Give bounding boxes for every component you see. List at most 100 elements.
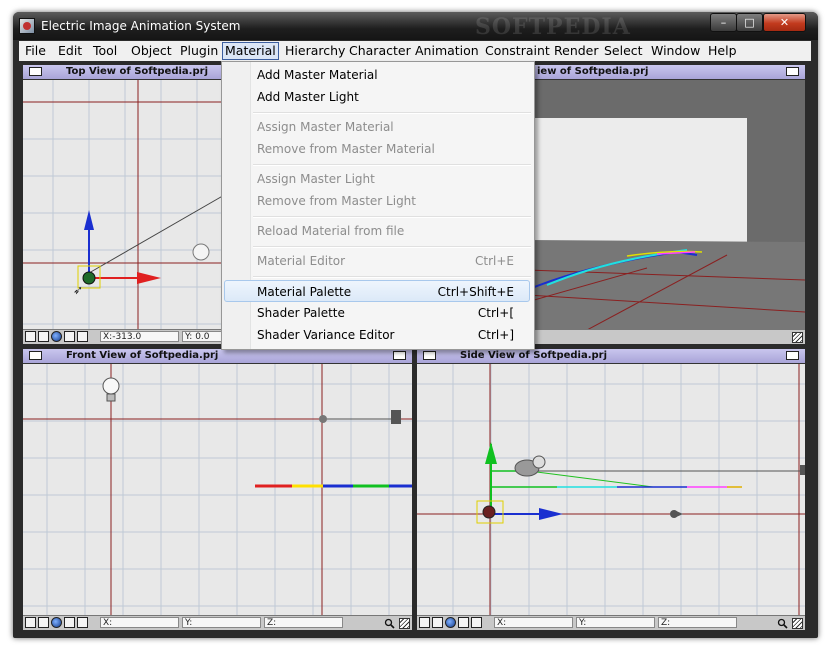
camera-icon[interactable]	[64, 617, 75, 628]
menu-item-add-master-material[interactable]: Add Master Material	[224, 64, 530, 86]
menu-help[interactable]: Help	[706, 43, 739, 59]
viewport-window-icon[interactable]	[786, 67, 799, 76]
render-icon[interactable]	[471, 617, 482, 628]
resize-grip-icon[interactable]	[792, 618, 803, 629]
menu-hierarchy[interactable]: Hierarchy	[283, 43, 347, 59]
menu-item-label: Add Master Light	[257, 90, 359, 104]
viewport-maximize-icon[interactable]	[786, 351, 799, 360]
viewport-maximize-icon[interactable]	[393, 351, 406, 360]
menu-item-label: Shader Palette	[257, 306, 345, 320]
viewport-camera-titlebar[interactable]: iew of Softpedia.prj	[527, 65, 805, 80]
y-coordinate-field[interactable]: Y:	[182, 617, 261, 628]
y-coordinate-field[interactable]: Y: 0.0	[182, 331, 222, 342]
window-title: Electric Image Animation System	[41, 19, 241, 33]
y-coordinate-field[interactable]: Y:	[576, 617, 655, 628]
render-icon[interactable]	[77, 617, 88, 628]
camera-icon[interactable]	[64, 331, 75, 342]
z-coordinate-field[interactable]: Z:	[264, 617, 343, 628]
menu-tool[interactable]: Tool	[91, 43, 119, 59]
menu-object[interactable]: Object	[129, 43, 174, 59]
menu-separator	[253, 112, 531, 114]
menu-item-material-editor: Material Editor Ctrl+E	[224, 250, 530, 272]
menu-render[interactable]: Render	[552, 43, 601, 59]
menu-item-remove-from-master-material: Remove from Master Material	[224, 138, 530, 160]
menu-constraint[interactable]: Constraint	[483, 43, 552, 59]
watermark: SOFTPEDIA	[475, 14, 631, 40]
viewport-window-icon[interactable]	[423, 351, 436, 360]
menu-animation[interactable]: Animation	[413, 43, 481, 59]
menu-file[interactable]: File	[23, 43, 48, 59]
viewport-camera-canvas[interactable]	[527, 80, 805, 329]
menu-material[interactable]: Material	[222, 42, 279, 60]
viewport-side[interactable]: Side View of Softpedia.prj X: Y: Z:	[417, 349, 805, 630]
viewport-front-canvas[interactable]	[23, 364, 412, 615]
menu-item-shader-palette[interactable]: Shader Palette Ctrl+[	[224, 302, 530, 324]
resize-grip-icon[interactable]	[399, 618, 410, 629]
grid-icon[interactable]	[432, 617, 443, 628]
menu-window[interactable]: Window	[649, 43, 702, 59]
menu-plugin[interactable]: Plugin	[178, 43, 220, 59]
viewport-side-title: Side View of Softpedia.prj	[460, 350, 608, 361]
viewport-camera-scene	[527, 118, 805, 329]
menu-item-label: Material Editor	[257, 254, 346, 268]
svg-text:➶: ➶	[73, 283, 83, 297]
app-icon[interactable]	[19, 18, 35, 34]
viewport-front-title: Front View of Softpedia.prj	[66, 350, 219, 361]
menu-item-shortcut: Ctrl+E	[475, 254, 514, 268]
menu-separator	[253, 164, 531, 166]
viewport-side-statusbar: X: Y: Z:	[417, 615, 805, 630]
menu-item-label: Shader Variance Editor	[257, 328, 395, 342]
menu-edit[interactable]: Edit	[56, 43, 84, 59]
camera-icon[interactable]	[458, 617, 469, 628]
globe-icon[interactable]	[51, 617, 62, 628]
viewport-window-icon[interactable]	[29, 351, 42, 360]
menu-item-shortcut: Ctrl+Shift+E	[437, 285, 514, 299]
menu-bar: File Edit Tool Object Plugin Material Hi…	[19, 41, 811, 61]
axis-icon[interactable]	[25, 331, 36, 342]
viewport-front-titlebar[interactable]: Front View of Softpedia.prj	[23, 349, 412, 364]
menu-item-material-palette[interactable]: Material Palette Ctrl+Shift+E	[224, 280, 530, 302]
menu-character[interactable]: Character	[347, 43, 413, 59]
magnify-icon[interactable]	[777, 618, 788, 629]
x-coordinate-field[interactable]: X:	[494, 617, 573, 628]
menu-separator	[253, 246, 531, 248]
viewport-window-icon[interactable]	[29, 67, 42, 76]
menu-select[interactable]: Select	[602, 43, 645, 59]
viewport-side-canvas[interactable]	[417, 364, 805, 615]
resize-grip-icon[interactable]	[792, 332, 803, 343]
menu-item-remove-from-master-light: Remove from Master Light	[224, 190, 530, 212]
magnify-icon[interactable]	[384, 618, 395, 629]
viewport-camera[interactable]: iew of Softpedia.prj	[527, 65, 805, 344]
close-button[interactable]: ✕	[763, 13, 806, 32]
menu-item-shortcut: Ctrl+]	[477, 328, 514, 342]
viewport-front[interactable]: Front View of Softpedia.prj X: Y: Z:	[23, 349, 412, 630]
menu-item-assign-master-material: Assign Master Material	[224, 116, 530, 138]
axis-icon[interactable]	[25, 617, 36, 628]
menu-item-label: Add Master Material	[257, 68, 378, 82]
title-bar[interactable]: Electric Image Animation System SOFTPEDI…	[13, 12, 818, 40]
viewport-side-scene	[417, 364, 805, 615]
grid-icon[interactable]	[38, 617, 49, 628]
menu-item-label: Remove from Master Light	[257, 194, 416, 208]
material-menu-dropdown: Add Master Material Add Master Light Ass…	[221, 61, 535, 350]
menu-item-add-master-light[interactable]: Add Master Light	[224, 86, 530, 108]
menu-item-shader-variance-editor[interactable]: Shader Variance Editor Ctrl+]	[224, 324, 530, 346]
grid-icon[interactable]	[38, 331, 49, 342]
viewport-side-titlebar[interactable]: Side View of Softpedia.prj	[417, 349, 805, 364]
globe-icon[interactable]	[51, 331, 62, 342]
axis-icon[interactable]	[419, 617, 430, 628]
menu-separator	[253, 276, 531, 278]
minimize-button[interactable]: –	[710, 13, 737, 32]
menu-item-label: Material Palette	[257, 285, 352, 299]
x-coordinate-field[interactable]: X:-313.0	[100, 331, 179, 342]
viewport-front-statusbar: X: Y: Z:	[23, 615, 412, 630]
menu-item-label: Reload Material from file	[257, 224, 405, 238]
x-coordinate-field[interactable]: X:	[100, 617, 179, 628]
z-coordinate-field[interactable]: Z:	[658, 617, 737, 628]
globe-icon[interactable]	[445, 617, 456, 628]
menu-separator	[253, 216, 531, 218]
viewport-camera-statusbar	[527, 329, 805, 344]
maximize-button[interactable]: □	[736, 13, 763, 32]
viewport-top-title: Top View of Softpedia.prj	[66, 66, 208, 77]
render-icon[interactable]	[77, 331, 88, 342]
